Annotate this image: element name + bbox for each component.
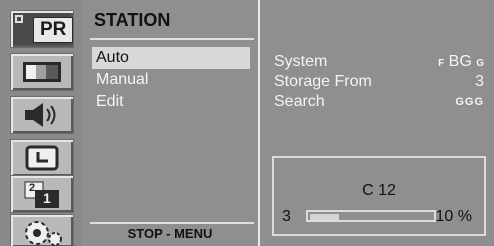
multi-screen-menu-tab[interactable]: 2 1 xyxy=(10,175,74,213)
system-value[interactable]: F BG G xyxy=(438,52,484,74)
time-menu-tab[interactable] xyxy=(10,139,74,177)
system-prefix: F xyxy=(438,58,445,69)
system-suffix: G xyxy=(476,58,484,69)
scan-progress-box: C 12 3 10 % xyxy=(272,156,486,236)
sound-icon xyxy=(25,103,56,127)
settings-menu-tab[interactable] xyxy=(10,214,74,246)
storage-from-label: Storage From xyxy=(274,73,372,90)
station-menu-panel: STATION Auto Manual Edit STOP - MENU xyxy=(82,0,260,246)
menu-title-divider xyxy=(90,38,254,40)
picture-menu-tab[interactable] xyxy=(10,53,74,91)
menu-item-manual[interactable]: Manual xyxy=(92,69,250,91)
menu-item-edit[interactable]: Edit xyxy=(92,91,250,113)
scan-progress-fill xyxy=(310,214,339,220)
auto-search-info-panel: System F BG G Storage From 3 Search GGG … xyxy=(260,0,494,246)
sound-menu-tab[interactable] xyxy=(10,96,74,134)
program-icon-label: PR xyxy=(33,17,74,43)
time-icon xyxy=(25,145,59,171)
menu-footer-hint: STOP - MENU xyxy=(127,226,213,241)
system-label: System xyxy=(274,53,328,70)
menu-footer-divider xyxy=(90,222,254,224)
scan-percent: 10 % xyxy=(435,208,472,225)
system-row: System F BG G xyxy=(274,52,484,72)
scan-start-number: 3 xyxy=(282,208,291,225)
search-value[interactable]: GGG xyxy=(455,92,484,112)
settings-gear-icon xyxy=(25,221,62,246)
search-row: Search GGG xyxy=(274,92,484,112)
menu-title: STATION xyxy=(94,10,171,30)
menu-icon-column: PR 2 1 xyxy=(0,0,82,246)
tv-osd-screen: PR 2 1 STATION Auto Manual Edit STOP - M… xyxy=(0,0,494,246)
multi-screen-digit-back: 2 xyxy=(29,182,36,194)
picture-icon xyxy=(23,62,61,82)
scan-channel: C 12 xyxy=(362,182,396,199)
menu-item-auto[interactable]: Auto xyxy=(92,47,250,69)
program-menu-tab[interactable]: PR xyxy=(10,10,74,48)
multi-screen-digit-front: 1 xyxy=(43,190,51,206)
system-standard: BG xyxy=(448,53,472,70)
search-label: Search xyxy=(274,93,325,110)
multi-screen-icon xyxy=(24,181,59,208)
storage-from-row: Storage From 3 xyxy=(274,72,484,92)
storage-from-value[interactable]: 3 xyxy=(475,72,484,92)
scan-progress-bar xyxy=(306,210,436,222)
